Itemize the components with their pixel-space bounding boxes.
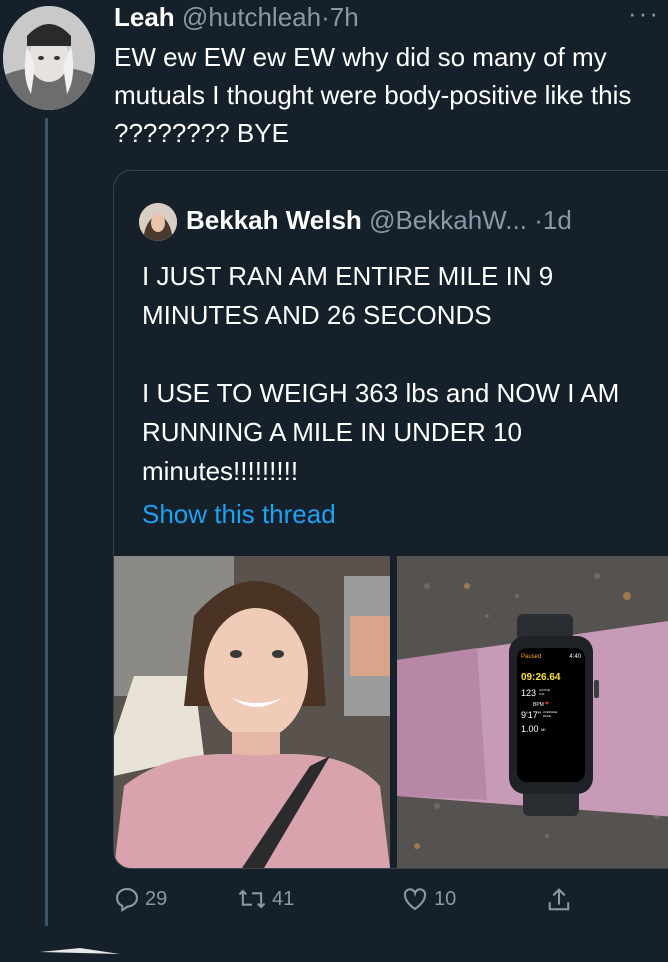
- watch-calories-unit: ACTIVE CAL: [539, 688, 550, 696]
- tweet-timestamp[interactable]: 7h: [330, 2, 359, 32]
- quoted-author-handle[interactable]: @BekkahW...: [369, 205, 527, 235]
- header-separator: ·: [321, 2, 330, 32]
- quoted-author-avatar[interactable]: [139, 203, 177, 241]
- quoted-tweet-text: I JUST RAN AM ENTIRE MILE IN 9 MINUTES A…: [142, 261, 620, 486]
- quoted-tweet[interactable]: Bekkah Welsh @BekkahW... ·1d I JUST RAN …: [113, 170, 668, 869]
- retweet-icon: [238, 889, 266, 909]
- reply-icon: [116, 888, 138, 913]
- watch-distance-unit: MI: [541, 727, 546, 732]
- watch-status: Paused: [521, 654, 542, 660]
- author-name[interactable]: Leah: [114, 2, 175, 32]
- watch-photo[interactable]: Paused 4:40 09:26.64 123 ACTIVE CAL BPM …: [397, 556, 668, 868]
- like-icon: [403, 888, 427, 911]
- author-handle[interactable]: @hutchleah: [182, 2, 321, 32]
- watch-screen: Paused 4:40 09:26.64 123 ACTIVE CAL BPM …: [519, 650, 583, 780]
- quoted-timestamp[interactable]: 1d: [543, 205, 572, 235]
- tweet-header: Leah @hutchleah·7h: [114, 2, 359, 32]
- share-button[interactable]: [545, 885, 577, 915]
- tweet-actions: 29 41 10: [113, 885, 583, 925]
- watch-pace: 9'17": [521, 710, 541, 720]
- like-count: 10: [434, 887, 457, 910]
- heart-icon: ♥: [545, 701, 549, 707]
- watch-clock: 4:40: [569, 654, 581, 660]
- tweet-text: EW ew EW ew EW why did so many of my mut…: [114, 42, 632, 148]
- quoted-header-separator: ·: [534, 205, 543, 235]
- watch-calories: 123: [521, 688, 537, 698]
- watch-elapsed: 09:26.64: [521, 672, 561, 683]
- retweet-button[interactable]: 41: [236, 885, 294, 913]
- selfie-photo[interactable]: [114, 556, 390, 868]
- quoted-header: Bekkah Welsh @BekkahW... ·1d: [186, 203, 572, 237]
- reply-button[interactable]: 29: [113, 885, 167, 913]
- more-icon[interactable]: ···: [628, 0, 660, 29]
- watch-heart-label: BPM: [533, 702, 544, 708]
- next-tweet-divider: [0, 944, 668, 957]
- show-thread-link[interactable]: Show this thread: [142, 499, 336, 530]
- quoted-author-name[interactable]: Bekkah Welsh: [186, 205, 362, 235]
- like-button[interactable]: 10: [400, 885, 456, 913]
- reply-count: 29: [145, 887, 168, 910]
- author-avatar[interactable]: [3, 6, 95, 110]
- share-icon: [548, 888, 570, 911]
- watch-pace-unit: AVERAGE PACE: [543, 710, 558, 718]
- watch-distance: 1.00: [521, 724, 539, 734]
- thread-connector-line: [45, 118, 48, 926]
- retweet-count: 41: [272, 887, 295, 910]
